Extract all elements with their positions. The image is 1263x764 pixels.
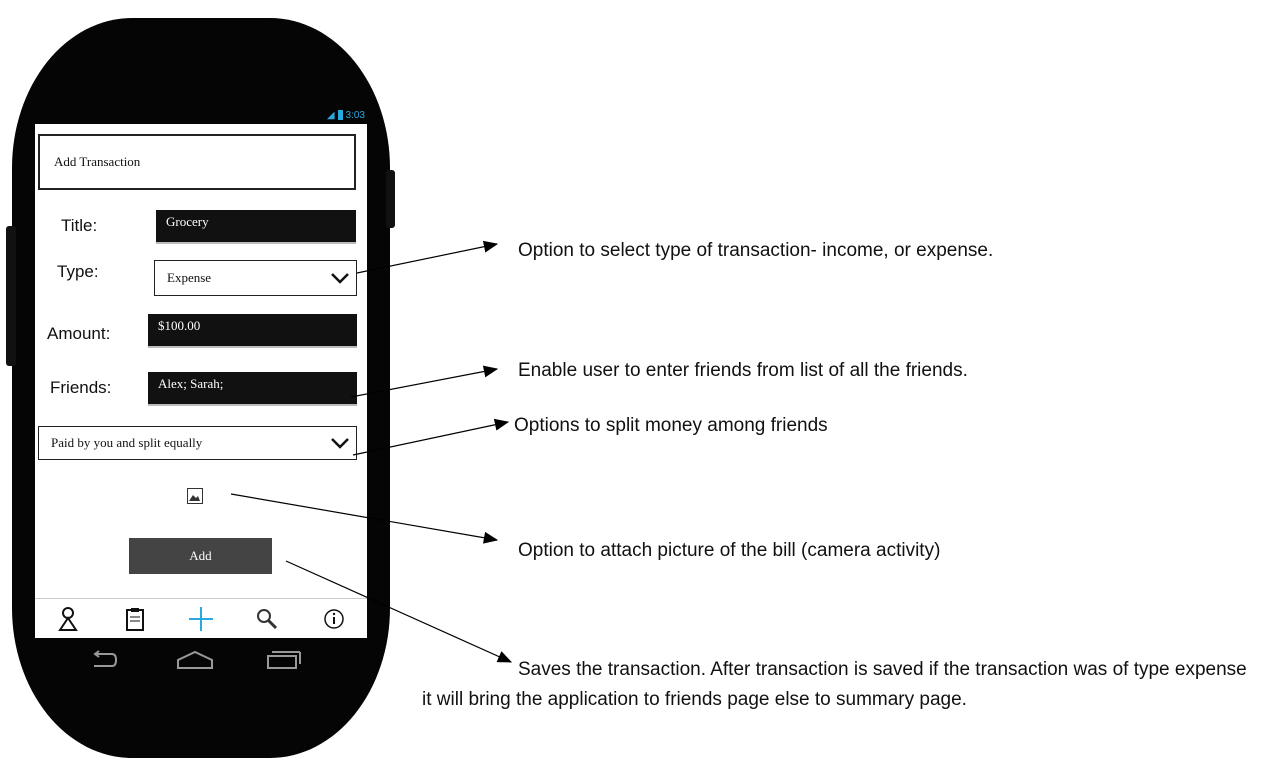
annotation-save: Saves the transaction. After transaction… [422,659,1247,710]
home-icon[interactable] [176,650,214,670]
status-time: 3:03 [345,109,365,121]
hourglass-icon[interactable] [55,606,81,632]
system-nav-bar [70,648,320,674]
battery-icon [337,110,343,120]
annotation-type: Option to select type of transaction- in… [518,240,994,261]
type-select-value: Expense [167,270,212,285]
clipboard-icon[interactable] [122,606,148,632]
title-input[interactable]: Grocery [156,210,356,244]
chevron-down-icon [331,438,349,449]
info-icon[interactable] [321,606,347,632]
title-label: Title: [61,216,98,235]
chevron-down-icon [331,273,349,284]
page-title: Add Transaction [38,134,356,190]
add-button[interactable]: Add [129,538,272,574]
amount-input[interactable]: $100.00 [148,314,357,348]
image-icon[interactable] [187,488,203,504]
annotation-attach: Option to attach picture of the bill (ca… [518,540,941,561]
split-select-value: Paid by you and split equally [51,435,203,450]
type-select[interactable]: Expense [154,260,357,296]
signal-icon: ◢ [326,109,335,121]
bottom-tab-bar [35,598,367,639]
friends-input[interactable]: Alex; Sarah; [148,372,357,406]
back-icon[interactable] [90,650,118,670]
power-button [386,170,395,228]
type-label: Type: [57,262,99,281]
plus-icon[interactable] [188,606,214,632]
status-bar: ◢ 3:03 [295,108,365,122]
amount-label: Amount: [47,324,111,343]
recents-icon[interactable] [266,650,302,670]
friends-label: Friends: [50,378,112,397]
split-select[interactable]: Paid by you and split equally [38,426,357,460]
volume-button [6,226,16,366]
search-icon[interactable] [254,606,280,632]
annotation-split: Options to split money among friends [514,415,828,436]
app-screen: Add Transaction Title: Grocery Type: Exp… [35,124,367,638]
annotation-friends: Enable user to enter friends from list o… [518,360,968,381]
